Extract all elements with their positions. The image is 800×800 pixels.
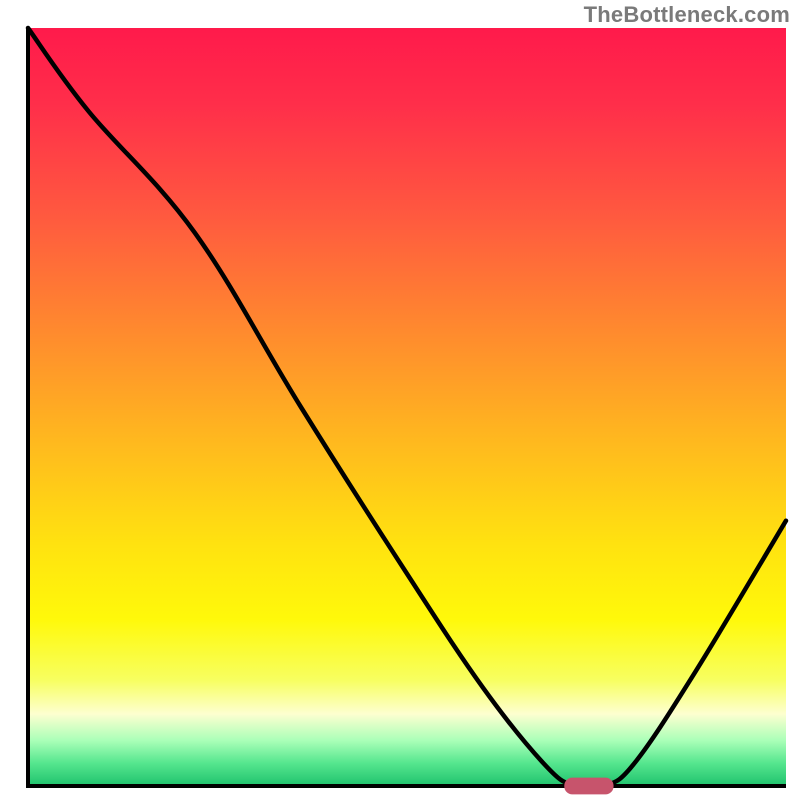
plot-background <box>28 28 786 786</box>
optimal-marker <box>564 778 613 795</box>
chart-container: TheBottleneck.com <box>0 0 800 800</box>
watermark-text: TheBottleneck.com <box>584 2 790 28</box>
bottleneck-chart <box>0 0 800 800</box>
